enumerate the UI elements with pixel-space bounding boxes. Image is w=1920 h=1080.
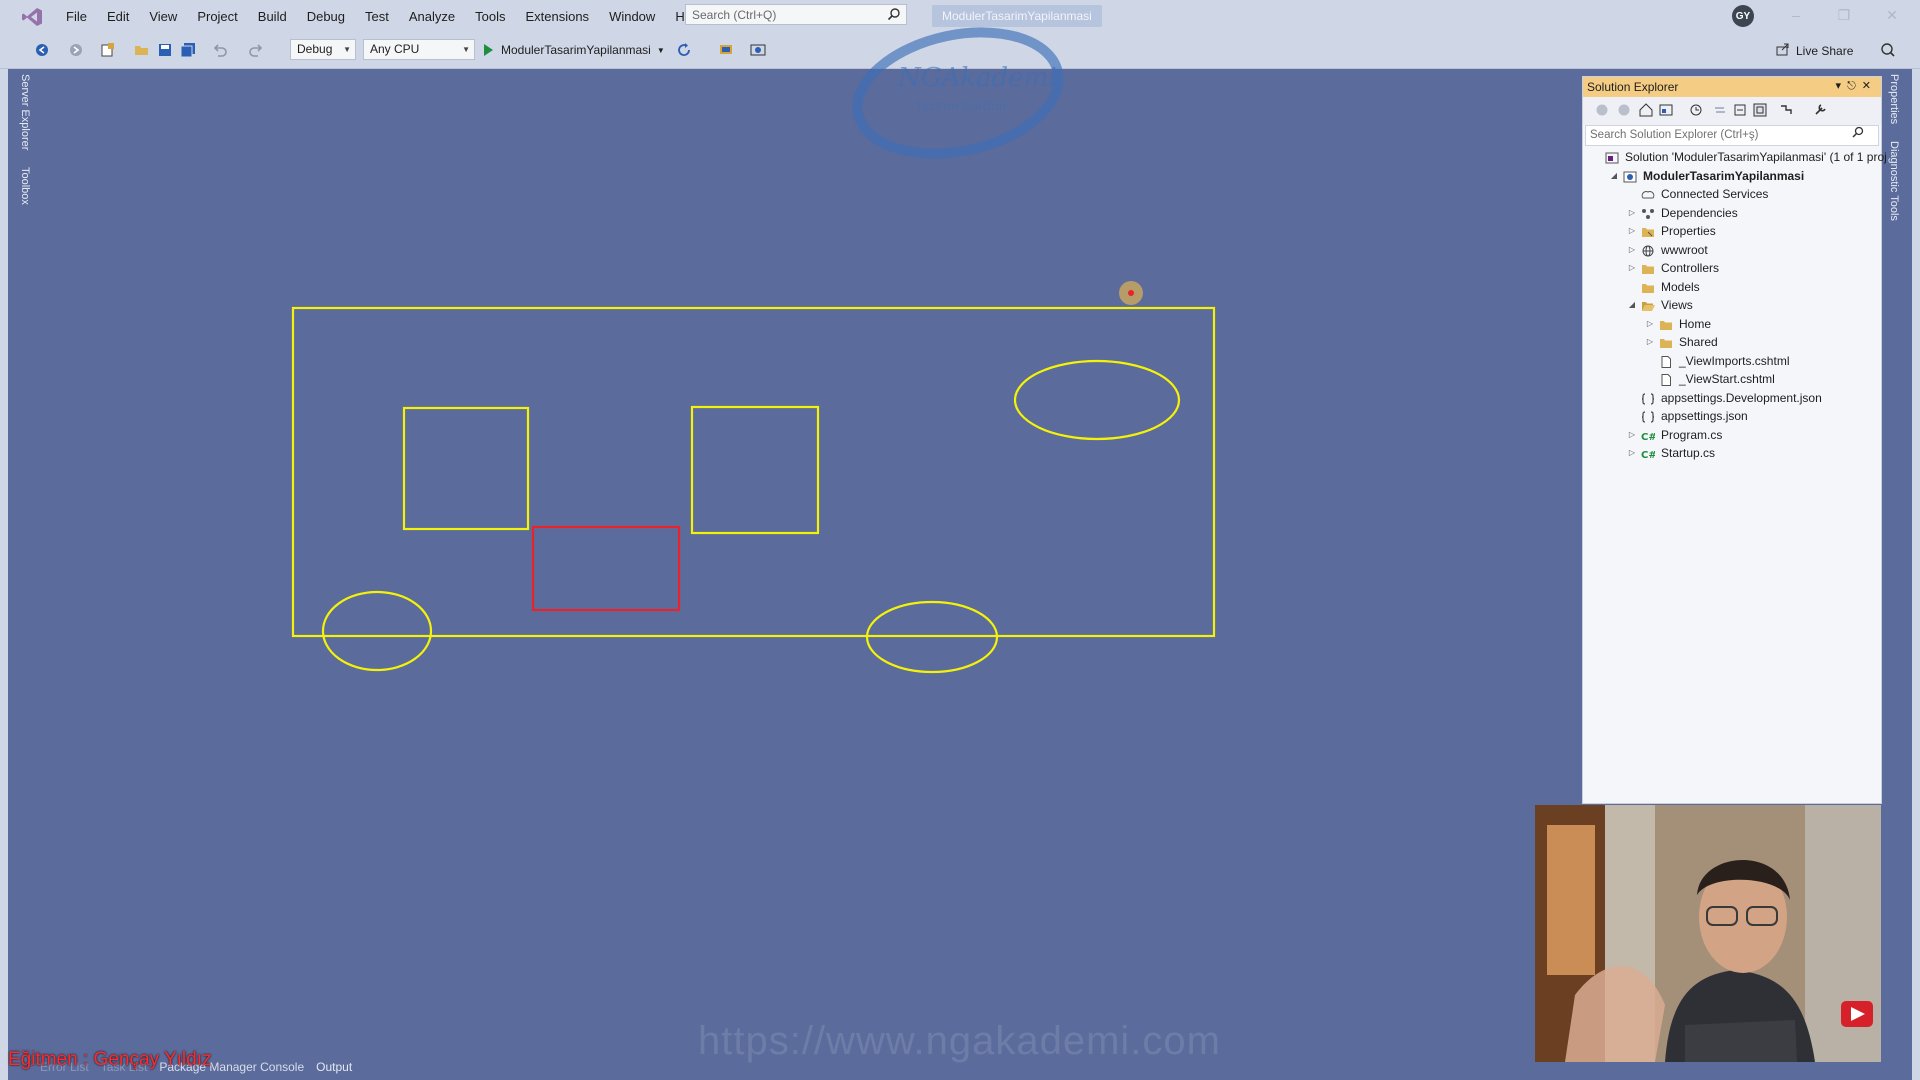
folder-open-icon bbox=[1641, 299, 1655, 311]
red-rectangle bbox=[531, 525, 681, 612]
vehicle-body-rectangle bbox=[291, 306, 1216, 638]
history-icon[interactable] bbox=[1689, 103, 1703, 117]
se-search-placeholder: Search Solution Explorer (Ctrl+ş) bbox=[1590, 129, 1759, 141]
json-file-icon bbox=[1641, 392, 1655, 405]
switch-views-icon[interactable] bbox=[1659, 103, 1673, 117]
left-wheel-ellipse bbox=[321, 590, 433, 672]
file-icon bbox=[1659, 373, 1673, 386]
back-icon[interactable] bbox=[1595, 103, 1609, 117]
tree-item[interactable]: ▷ Properties bbox=[1583, 222, 1881, 241]
tree-item[interactable]: Solution 'ModulerTasarimYapilanmasi' (1 … bbox=[1583, 148, 1887, 167]
panel-controls: ▾⎋✕ bbox=[1836, 79, 1877, 93]
tree-item-label: Controllers bbox=[1661, 261, 1720, 275]
collapsed-arrow-icon[interactable]: ▷ bbox=[1627, 259, 1637, 278]
tree-item[interactable]: ▷ Controllers bbox=[1583, 259, 1881, 278]
show-all-files-icon[interactable] bbox=[1753, 103, 1767, 117]
tree-item-label: Shared bbox=[1679, 335, 1718, 349]
folder-icon bbox=[1659, 318, 1673, 330]
website-watermark: https://www.ngakademi.com bbox=[698, 1019, 1221, 1063]
json-file-icon bbox=[1641, 410, 1655, 423]
web-project-icon bbox=[1623, 170, 1637, 182]
tree-item-label: Program.cs bbox=[1661, 427, 1723, 442]
file-icon bbox=[1659, 355, 1673, 368]
tree-item[interactable]: appsettings.json bbox=[1583, 407, 1881, 426]
tree-item-label: Views bbox=[1661, 298, 1693, 312]
tree-item[interactable]: Connected Services bbox=[1583, 185, 1881, 204]
tree-item-label: Connected Services bbox=[1661, 187, 1769, 201]
folder-icon bbox=[1641, 262, 1655, 274]
tree-item[interactable]: ◢ Views bbox=[1583, 296, 1881, 315]
tree-item-label: Solution 'ModulerTasarimYapilanmasi' (1 … bbox=[1625, 150, 1887, 164]
svg-text:C#: C# bbox=[1641, 450, 1655, 460]
tree-item-label: Dependencies bbox=[1661, 205, 1738, 220]
close-icon[interactable]: ✕ bbox=[1862, 80, 1877, 92]
tree-item-label: Startup.cs bbox=[1661, 446, 1716, 460]
solution-icon bbox=[1605, 151, 1619, 164]
folder-icon bbox=[1659, 336, 1673, 348]
expanded-arrow-icon[interactable]: ◢ bbox=[1609, 167, 1619, 186]
tree-item[interactable]: appsettings.Development.json bbox=[1583, 389, 1881, 408]
tree-item-label: ModulerTasarimYapilanmasi bbox=[1643, 168, 1805, 183]
svg-text:C#: C# bbox=[1641, 432, 1655, 442]
tree-item[interactable]: ▷ wwwroot bbox=[1583, 241, 1881, 260]
solution-explorer-panel: Solution Explorer ▾⎋✕ Search Solution Ex… bbox=[1582, 76, 1887, 804]
pending-changes-icon[interactable] bbox=[1779, 103, 1793, 117]
solution-explorer-titlebar: Solution Explorer ▾⎋✕ bbox=[1583, 77, 1881, 97]
right-window-square bbox=[690, 405, 820, 535]
tree-item[interactable]: _ViewStart.cshtml bbox=[1583, 370, 1881, 389]
sync-icon[interactable] bbox=[1713, 103, 1727, 117]
solution-tree: Solution 'ModulerTasarimYapilanmasi' (1 … bbox=[1583, 148, 1887, 463]
tree-item-label: Home bbox=[1679, 316, 1712, 331]
left-window-square bbox=[402, 406, 530, 531]
trainer-caption: Eğitmen : Gençay Yıldız bbox=[8, 1049, 212, 1070]
collapsed-arrow-icon[interactable]: ▷ bbox=[1627, 222, 1637, 241]
collapsed-arrow-icon[interactable]: ▷ bbox=[1645, 333, 1655, 352]
tree-item[interactable]: ◢ ModulerTasarimYapilanmasi bbox=[1583, 167, 1881, 186]
home-icon[interactable] bbox=[1639, 103, 1653, 117]
properties-folder-icon bbox=[1641, 225, 1655, 237]
pin-icon[interactable]: ⎋ bbox=[1847, 80, 1862, 92]
bottom-tab-output[interactable]: Output bbox=[316, 1060, 352, 1074]
tree-item[interactable]: ▷ C# Startup.cs bbox=[1583, 444, 1881, 463]
chevron-down-icon[interactable]: ▾ bbox=[1836, 80, 1848, 92]
tree-item-label: Models bbox=[1661, 279, 1700, 294]
tree-item[interactable]: _ViewImports.cshtml bbox=[1583, 352, 1881, 371]
globe-icon bbox=[1641, 244, 1655, 256]
search-icon bbox=[1852, 126, 1864, 145]
solution-explorer-search[interactable]: Search Solution Explorer (Ctrl+ş) bbox=[1585, 125, 1879, 146]
top-right-ellipse bbox=[1013, 359, 1181, 441]
tree-item[interactable]: Models bbox=[1583, 278, 1881, 297]
properties-wrench-icon[interactable] bbox=[1813, 103, 1827, 117]
folder-icon bbox=[1641, 281, 1655, 293]
tree-item-label: appsettings.json bbox=[1661, 409, 1748, 423]
tree-item[interactable]: ▷ Home bbox=[1583, 315, 1881, 334]
solution-explorer-title: Solution Explorer bbox=[1587, 80, 1679, 94]
instructor-webcam-video bbox=[1535, 805, 1881, 1062]
collapsed-arrow-icon[interactable]: ▷ bbox=[1627, 426, 1637, 445]
collapsed-arrow-icon[interactable]: ▷ bbox=[1627, 444, 1637, 463]
collapsed-arrow-icon[interactable]: ▷ bbox=[1627, 204, 1637, 223]
pen-cursor-dot bbox=[1128, 290, 1134, 296]
collapsed-arrow-icon[interactable]: ▷ bbox=[1645, 315, 1655, 334]
tree-item-label: Properties bbox=[1661, 224, 1716, 238]
tree-item[interactable]: ▷ Dependencies bbox=[1583, 204, 1881, 223]
csharp-file-icon: C# bbox=[1641, 429, 1657, 443]
tree-item-label: _ViewImports.cshtml bbox=[1679, 353, 1790, 368]
solution-explorer-toolbar bbox=[1583, 97, 1881, 125]
csharp-file-icon: C# bbox=[1641, 447, 1657, 461]
connected-services-icon bbox=[1641, 188, 1655, 200]
forward-icon[interactable] bbox=[1617, 103, 1631, 117]
expanded-arrow-icon[interactable]: ◢ bbox=[1627, 296, 1637, 315]
dependencies-icon bbox=[1641, 207, 1655, 219]
tree-item-label: wwwroot bbox=[1661, 242, 1708, 257]
tree-item[interactable]: ▷ Shared bbox=[1583, 333, 1881, 352]
tree-item-label: appsettings.Development.json bbox=[1661, 390, 1822, 405]
tree-item[interactable]: ▷ C# Program.cs bbox=[1583, 426, 1881, 445]
collapse-all-icon[interactable] bbox=[1733, 103, 1747, 117]
collapsed-arrow-icon[interactable]: ▷ bbox=[1627, 241, 1637, 260]
tree-item-label: _ViewStart.cshtml bbox=[1679, 372, 1775, 386]
